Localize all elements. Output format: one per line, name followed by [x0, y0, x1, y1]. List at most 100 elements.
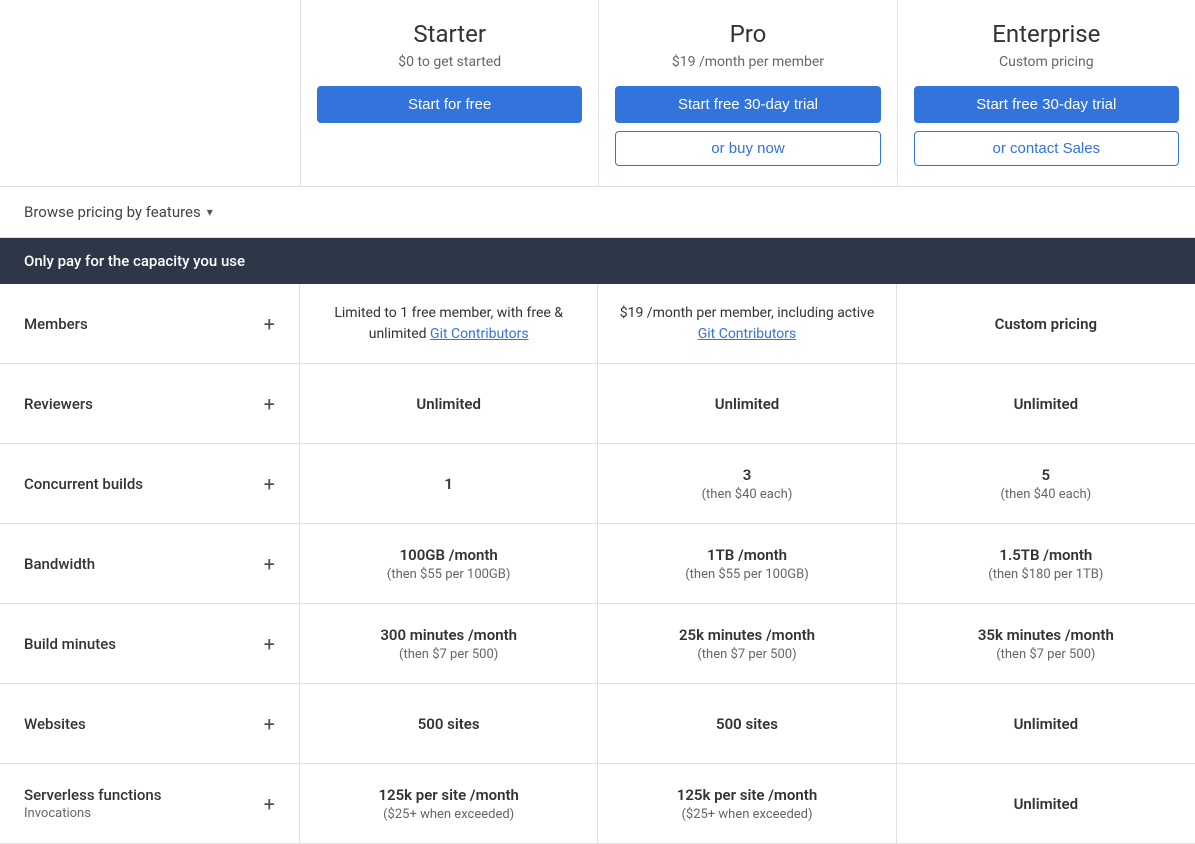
reviewers-enterprise-main: Unlimited [1014, 395, 1079, 413]
plan-header-row: Starter $0 to get started Start for free… [0, 0, 1195, 187]
feature-row-serverless: Serverless functions Invocations + 125k … [0, 764, 1195, 844]
feature-row-members: Members + Limited to 1 free member, with… [0, 284, 1195, 364]
starter-cta-button[interactable]: Start for free [317, 86, 582, 123]
members-label-cell: Members + [0, 284, 300, 363]
build-minutes-starter-value: 300 minutes /month (then $7 per 500) [300, 604, 598, 683]
concurrent-builds-label-cell: Concurrent builds + [0, 444, 300, 523]
feature-row-bandwidth: Bandwidth + 100GB /month (then $55 per 1… [0, 524, 1195, 604]
serverless-enterprise-value: Unlimited [897, 764, 1195, 843]
members-enterprise-value: Custom pricing [897, 284, 1195, 363]
browse-bar: Browse pricing by features ▾ [0, 187, 1195, 238]
concurrent-builds-pro-sub: (then $40 each) [702, 487, 793, 502]
members-expand-icon[interactable]: + [264, 312, 275, 336]
build-minutes-expand-icon[interactable]: + [264, 632, 275, 656]
reviewers-starter-main: Unlimited [416, 395, 481, 413]
build-minutes-pro-main: 25k minutes /month [679, 626, 815, 644]
members-label: Members [24, 315, 88, 333]
section-bar: Only pay for the capacity you use [0, 238, 1195, 284]
build-minutes-enterprise-main: 35k minutes /month [978, 626, 1114, 644]
concurrent-builds-starter-main: 1 [444, 475, 453, 493]
enterprise-trial-button[interactable]: Start free 30-day trial [914, 86, 1179, 123]
websites-label: Websites [24, 715, 86, 733]
bandwidth-expand-icon[interactable]: + [264, 552, 275, 576]
concurrent-builds-expand-icon[interactable]: + [264, 472, 275, 496]
websites-pro-main: 500 sites [716, 715, 778, 733]
members-label-wrap: Members [24, 315, 88, 333]
bandwidth-enterprise-main: 1.5TB /month [999, 546, 1092, 564]
plan-pro-header: Pro $19 /month per member Start free 30-… [598, 0, 896, 186]
pro-trial-button[interactable]: Start free 30-day trial [615, 86, 880, 123]
build-minutes-label-cell: Build minutes + [0, 604, 300, 683]
build-minutes-pro-value: 25k minutes /month (then $7 per 500) [598, 604, 896, 683]
bandwidth-label-cell: Bandwidth + [0, 524, 300, 603]
reviewers-expand-icon[interactable]: + [264, 392, 275, 416]
reviewers-pro-main: Unlimited [715, 395, 780, 413]
bandwidth-enterprise-value: 1.5TB /month (then $180 per 1TB) [897, 524, 1195, 603]
build-minutes-label: Build minutes [24, 635, 116, 653]
build-minutes-enterprise-value: 35k minutes /month (then $7 per 500) [897, 604, 1195, 683]
serverless-pro-sub: ($25+ when exceeded) [681, 807, 812, 822]
concurrent-builds-starter-value: 1 [300, 444, 598, 523]
reviewers-label: Reviewers [24, 395, 93, 413]
serverless-starter-value: 125k per site /month ($25+ when exceeded… [300, 764, 598, 843]
members-pro-link[interactable]: Git Contributors [698, 326, 797, 342]
reviewers-starter-value: Unlimited [300, 364, 598, 443]
enterprise-contact-button[interactable]: or contact Sales [914, 131, 1179, 166]
websites-enterprise-main: Unlimited [1014, 715, 1079, 733]
feature-row-websites: Websites + 500 sites 500 sites Unlimited [0, 684, 1195, 764]
members-starter-value: Limited to 1 free member, with free & un… [300, 284, 598, 363]
bandwidth-starter-main: 100GB /month [400, 546, 498, 564]
serverless-label: Serverless functions [24, 786, 161, 804]
pro-price: $19 /month per member [615, 54, 880, 70]
concurrent-builds-enterprise-main: 5 [1042, 466, 1051, 484]
bandwidth-starter-value: 100GB /month (then $55 per 100GB) [300, 524, 598, 603]
bandwidth-label: Bandwidth [24, 555, 95, 573]
serverless-expand-icon[interactable]: + [264, 792, 275, 816]
members-pro-value: $19 /month per member, including active … [598, 284, 896, 363]
enterprise-price: Custom pricing [914, 54, 1179, 70]
feature-row-reviewers: Reviewers + Unlimited Unlimited Unlimite… [0, 364, 1195, 444]
concurrent-builds-enterprise-value: 5 (then $40 each) [897, 444, 1195, 523]
serverless-starter-sub: ($25+ when exceeded) [383, 807, 514, 822]
pro-name: Pro [615, 20, 880, 48]
concurrent-builds-pro-value: 3 (then $40 each) [598, 444, 896, 523]
chevron-down-icon: ▾ [207, 205, 213, 219]
websites-starter-value: 500 sites [300, 684, 598, 763]
members-enterprise-main: Custom pricing [995, 315, 1097, 333]
concurrent-builds-enterprise-sub: (then $40 each) [1000, 487, 1091, 502]
starter-price: $0 to get started [317, 54, 582, 70]
bandwidth-pro-value: 1TB /month (then $55 per 100GB) [598, 524, 896, 603]
members-starter-text: Limited to 1 free member, with free & un… [316, 303, 581, 345]
serverless-label-wrap: Serverless functions Invocations [24, 786, 161, 821]
enterprise-name: Enterprise [914, 20, 1179, 48]
starter-name: Starter [317, 20, 582, 48]
serverless-label-cell: Serverless functions Invocations + [0, 764, 300, 843]
serverless-pro-value: 125k per site /month ($25+ when exceeded… [598, 764, 896, 843]
websites-label-cell: Websites + [0, 684, 300, 763]
concurrent-builds-pro-main: 3 [743, 466, 752, 484]
section-title: Only pay for the capacity you use [24, 252, 245, 270]
browse-pricing-text: Browse pricing by features [24, 203, 201, 221]
websites-expand-icon[interactable]: + [264, 712, 275, 736]
browse-bar-top [0, 0, 300, 186]
plan-enterprise-header: Enterprise Custom pricing Start free 30-… [897, 0, 1195, 186]
serverless-enterprise-main: Unlimited [1014, 795, 1079, 813]
bandwidth-pro-sub: (then $55 per 100GB) [685, 567, 809, 582]
feature-row-build-minutes: Build minutes + 300 minutes /month (then… [0, 604, 1195, 684]
serverless-sublabel: Invocations [24, 806, 161, 821]
members-starter-link[interactable]: Git Contributors [430, 326, 529, 342]
websites-enterprise-value: Unlimited [897, 684, 1195, 763]
build-minutes-starter-main: 300 minutes /month [380, 626, 517, 644]
feature-row-concurrent-builds: Concurrent builds + 1 3 (then $40 each) … [0, 444, 1195, 524]
plan-starter-header: Starter $0 to get started Start for free [300, 0, 598, 186]
bandwidth-enterprise-sub: (then $180 per 1TB) [988, 567, 1103, 582]
pricing-container: Starter $0 to get started Start for free… [0, 0, 1195, 844]
pro-buy-button[interactable]: or buy now [615, 131, 880, 166]
build-minutes-enterprise-sub: (then $7 per 500) [996, 647, 1095, 662]
reviewers-label-cell: Reviewers + [0, 364, 300, 443]
websites-pro-value: 500 sites [598, 684, 896, 763]
websites-starter-main: 500 sites [418, 715, 480, 733]
reviewers-pro-value: Unlimited [598, 364, 896, 443]
reviewers-enterprise-value: Unlimited [897, 364, 1195, 443]
browse-pricing-label[interactable]: Browse pricing by features ▾ [24, 203, 213, 221]
